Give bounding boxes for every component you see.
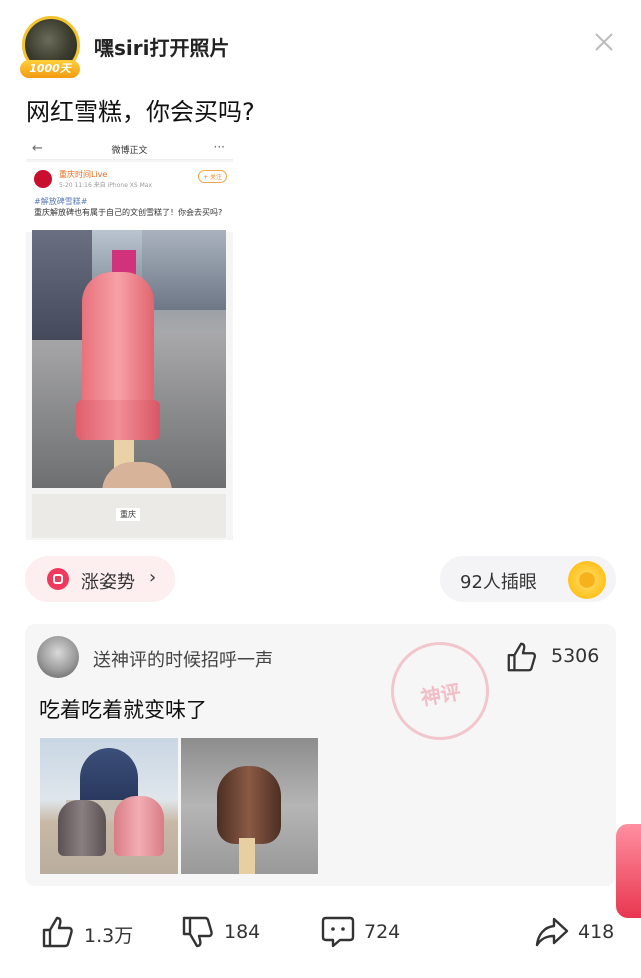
popsicle-shape (58, 800, 106, 856)
hot-comment[interactable]: 送神评的时候招呼一声 神评 5306 吃着吃着就变味了 (25, 624, 616, 886)
comment-username[interactable]: 送神评的时候招呼一声 (93, 646, 273, 672)
comment-count: 724 (364, 921, 401, 943)
comment-text: 吃着吃着就变味了 (39, 698, 207, 722)
share-arrow-icon (535, 917, 569, 947)
action-bar: 1.3万 184 724 418 (0, 898, 641, 968)
close-icon[interactable] (592, 30, 616, 54)
embedded-nav-bar: ← 微博正文 ··· (26, 138, 233, 160)
post-title: 网红雪糕，你会买吗? (26, 98, 255, 126)
peek-label: 92人插眼 (460, 572, 537, 593)
like-count: 1.3万 (84, 925, 134, 947)
peek-button[interactable]: 92人插眼 (440, 556, 616, 602)
dislike-count: 184 (224, 921, 261, 943)
popsicle-body (82, 272, 154, 408)
embedded-map: 重庆 (32, 494, 226, 538)
chevron-right-icon: › (149, 567, 157, 588)
popsicle-base (76, 400, 160, 440)
post-image[interactable]: ← 微博正文 ··· 重庆时间Live 5-20 11:16 来自 iPhone… (26, 138, 233, 540)
embedded-author: 重庆时间Live (59, 170, 108, 179)
comment-image-1[interactable] (40, 738, 178, 874)
popsicle-shape (114, 796, 164, 856)
share-button[interactable]: 418 (534, 914, 629, 952)
thumbs-up-icon[interactable] (505, 640, 539, 674)
more-icon: ··· (213, 140, 225, 154)
embedded-follow-button: + 关注 (198, 170, 227, 183)
share-count: 418 (578, 921, 615, 943)
like-button[interactable]: 1.3万 (40, 914, 150, 952)
trend-button[interactable]: 涨姿势 › (25, 556, 175, 602)
post-header: 1000天 嘿siri打开照片 (0, 0, 641, 90)
popsicle-stick (239, 838, 255, 874)
building-shape (142, 230, 226, 310)
embedded-text: 重庆解放碑也有属于自己的文创雪糕了！你会去买吗? (34, 208, 223, 217)
chocolate-popsicle-shape (217, 766, 281, 844)
username[interactable]: 嘿siri打开照片 (94, 32, 229, 61)
thumbs-up-icon (42, 916, 73, 948)
hot-comment-stamp: 神评 (383, 634, 497, 748)
comment-button[interactable]: 724 (320, 914, 420, 952)
sunflower-icon (568, 561, 606, 599)
embedded-nav-title: 微博正文 (111, 146, 148, 156)
stamp-text: 神评 (418, 679, 463, 711)
embedded-map-label: 重庆 (116, 508, 140, 521)
comment-avatar[interactable] (37, 636, 79, 678)
trend-label: 涨姿势 (81, 572, 135, 593)
embedded-hashtag: #解放碑雪糕# (34, 197, 88, 206)
thumbs-down-icon (182, 916, 213, 948)
dislike-button[interactable]: 184 (180, 914, 280, 952)
embedded-meta: 5-20 11:16 来自 iPhone XS Max (59, 182, 153, 189)
comment-like-count: 5306 (551, 645, 600, 667)
embedded-avatar (34, 170, 52, 188)
avatar-badge: 1000天 (20, 60, 80, 78)
comment-icon (321, 916, 355, 948)
comment-image-2[interactable] (181, 738, 318, 874)
ice-cream-photo (32, 230, 226, 488)
trend-icon (47, 568, 69, 590)
embedded-post-card: 重庆时间Live 5-20 11:16 来自 iPhone XS Max + 关… (26, 162, 233, 232)
